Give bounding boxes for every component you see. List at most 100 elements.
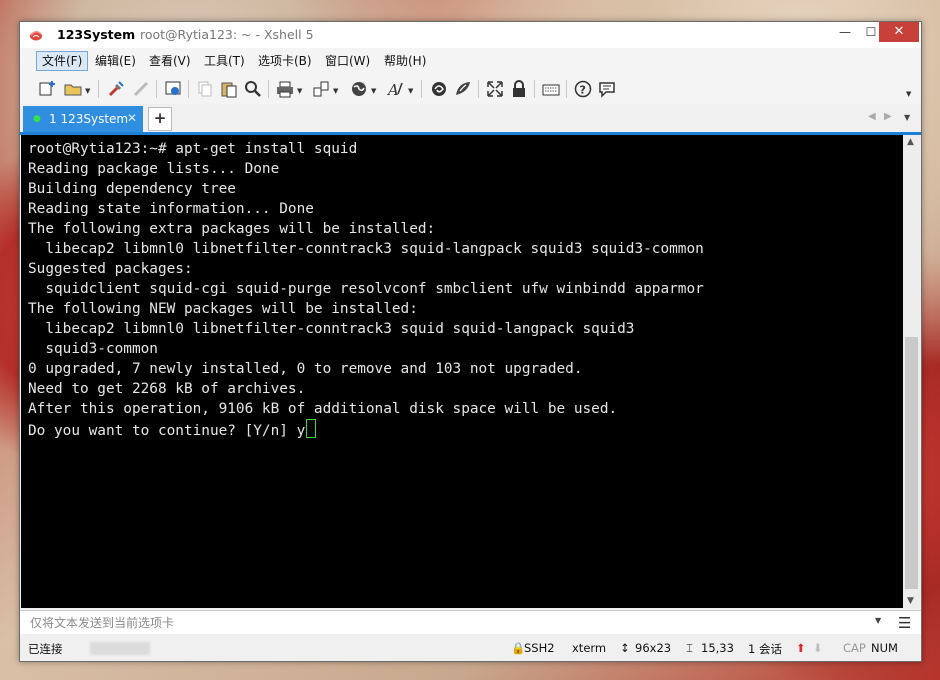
compose-menu-icon[interactable]: ☰ xyxy=(898,614,911,632)
font-icon[interactable]: A xyxy=(386,80,404,99)
svg-text:A: A xyxy=(386,81,399,98)
tab-strip: ● 1 123System ✕ + ◀ ▶ ▼ xyxy=(20,104,921,135)
terminal-line: The following NEW packages will be insta… xyxy=(28,301,418,317)
terminal-line: Do you want to continue? [Y/n] y xyxy=(28,419,704,439)
toolbar-separator xyxy=(534,80,535,98)
xmanager-icon[interactable] xyxy=(454,80,472,98)
reconnect-icon[interactable] xyxy=(107,80,125,98)
toolbar-separator xyxy=(268,80,269,98)
help-icon[interactable]: ? xyxy=(574,80,592,98)
title-bar[interactable]: 123System root@Rytia123: ~ - Xshell 5 — … xyxy=(20,22,921,48)
open-folder-icon[interactable] xyxy=(64,80,82,98)
menu-help[interactable]: 帮助(H) xyxy=(379,52,431,70)
keyboard-icon[interactable] xyxy=(542,80,560,98)
session-properties-icon[interactable] xyxy=(164,80,182,98)
protocol-status: SSH2 xyxy=(524,641,555,655)
transfer-dropdown-icon[interactable]: ▼ xyxy=(333,87,338,95)
tab-label: 1 123System xyxy=(49,112,129,126)
terminal-line: libecap2 libmnl0 libnetfilter-conntrack3… xyxy=(28,241,704,257)
print-dropdown-icon[interactable]: ▼ xyxy=(297,87,302,95)
disconnect-icon[interactable] xyxy=(132,80,150,98)
new-tab-button[interactable]: + xyxy=(148,107,172,131)
print-icon[interactable] xyxy=(276,80,294,98)
status-bar: 已连接 🔒 SSH2 xterm ↕ 96x23 ⌶ 15,33 1 会话 ⬆ … xyxy=(20,634,921,661)
menu-tabs[interactable]: 选项卡(B) xyxy=(253,52,317,70)
fullscreen-icon[interactable] xyxy=(486,80,504,98)
compose-dropdown-icon[interactable]: ▼ xyxy=(875,616,881,625)
terminal-size-status: 96x23 xyxy=(635,641,672,655)
globe-icon[interactable] xyxy=(350,80,368,98)
terminal-line: Reading state information... Done xyxy=(28,201,314,217)
transfer-icon[interactable] xyxy=(312,80,330,98)
upload-arrow-icon: ⬆ xyxy=(796,641,806,655)
caps-lock-status: CAP xyxy=(843,641,866,655)
globe-dropdown-icon[interactable]: ▼ xyxy=(371,87,376,95)
toolbar-separator xyxy=(566,80,567,98)
menu-view[interactable]: 查看(V) xyxy=(144,52,196,70)
terminal-line: Building dependency tree xyxy=(28,181,236,197)
toolbar-separator xyxy=(156,80,157,98)
svg-text:?: ? xyxy=(580,84,586,97)
terminal-line: root@Rytia123:~# apt-get install squid xyxy=(28,141,358,157)
redacted-host xyxy=(90,642,150,655)
terminal-line-text: Do you want to continue? [Y/n] y xyxy=(28,423,306,439)
scrollbar-thumb[interactable] xyxy=(905,337,918,589)
font-dropdown-icon[interactable]: ▼ xyxy=(408,87,413,95)
tab-next-icon[interactable]: ▶ xyxy=(884,111,892,122)
session-count-status: 1 会话 xyxy=(748,642,782,656)
tab-list-icon[interactable]: ▼ xyxy=(904,113,910,122)
terminal-line: Reading package lists... Done xyxy=(28,161,280,177)
tab-prev-icon[interactable]: ◀ xyxy=(868,111,876,122)
lock-icon[interactable] xyxy=(510,80,528,98)
toolbar-separator xyxy=(98,80,99,98)
paste-icon[interactable] xyxy=(220,80,238,98)
cursor-pos-icon: ⌶ xyxy=(686,641,693,655)
terminal-output: root@Rytia123:~# apt-get install squid Re… xyxy=(28,139,704,439)
toolbar-separator xyxy=(421,80,422,98)
toolbar-overflow-icon[interactable]: ▼ xyxy=(906,90,911,98)
terminal-line: The following extra packages will be ins… xyxy=(28,221,436,237)
compose-input[interactable] xyxy=(28,614,882,632)
terminal-line: Need to get 2268 kB of archives. xyxy=(28,381,306,397)
chat-icon[interactable] xyxy=(598,80,616,98)
terminal-line: 0 upgraded, 7 newly installed, 0 to remo… xyxy=(28,361,583,377)
terminal-line: squidclient squid-cgi squid-purge resolv… xyxy=(28,281,704,297)
scroll-up-icon[interactable]: ▲ xyxy=(907,137,914,147)
copy-icon[interactable] xyxy=(196,80,214,98)
terminal-line: libecap2 libmnl0 libnetfilter-conntrack3… xyxy=(28,321,635,337)
scroll-down-icon[interactable]: ▼ xyxy=(907,596,914,606)
tab-123system[interactable]: ● 1 123System ✕ xyxy=(23,106,143,132)
xftp-icon[interactable] xyxy=(430,80,448,98)
menu-edit[interactable]: 编辑(E) xyxy=(90,52,141,70)
connection-status: 已连接 xyxy=(28,642,63,656)
toolbar-separator xyxy=(188,80,189,98)
compose-bar: ▼ ☰ xyxy=(20,610,921,634)
terminal-line: squid3-common xyxy=(28,341,158,357)
find-icon[interactable] xyxy=(244,80,262,98)
tab-close-icon[interactable]: ✕ xyxy=(127,111,137,125)
download-arrow-icon: ⬇ xyxy=(813,641,823,655)
new-session-icon[interactable] xyxy=(38,80,56,98)
menu-window[interactable]: 窗口(W) xyxy=(320,52,375,70)
terminal-type-status: xterm xyxy=(572,641,607,655)
terminal-line: Suggested packages: xyxy=(28,261,193,277)
toolbar: ▼ ▼ ▼ ▼ A ▼ ? ▼ xyxy=(20,74,921,104)
connection-status-icon: ● xyxy=(33,114,41,124)
menu-file[interactable]: 文件(F) xyxy=(36,51,89,71)
xshell-logo-icon xyxy=(30,31,42,41)
close-button[interactable]: ✕ xyxy=(879,22,919,42)
terminal-cursor xyxy=(306,419,317,438)
app-name: 123System xyxy=(57,27,136,42)
num-lock-status: NUM xyxy=(871,641,898,655)
menu-tools[interactable]: 工具(T) xyxy=(199,52,250,70)
terminal-area[interactable]: root@Rytia123:~# apt-get install squid Re… xyxy=(21,135,903,608)
terminal-line: After this operation, 9106 kB of additio… xyxy=(28,401,618,417)
cursor-position-status: 15,33 xyxy=(701,641,734,655)
menu-bar: 文件(F) 编辑(E) 查看(V) 工具(T) 选项卡(B) 窗口(W) 帮助(… xyxy=(20,48,921,74)
window-title: root@Rytia123: ~ - Xshell 5 xyxy=(140,27,314,42)
toolbar-separator xyxy=(478,80,479,98)
open-dropdown-icon[interactable]: ▼ xyxy=(85,87,90,95)
terminal-scrollbar[interactable]: ▲ ▼ xyxy=(903,135,920,608)
size-icon: ↕ xyxy=(620,641,630,655)
xshell-window: 123System root@Rytia123: ~ - Xshell 5 — … xyxy=(19,21,922,662)
